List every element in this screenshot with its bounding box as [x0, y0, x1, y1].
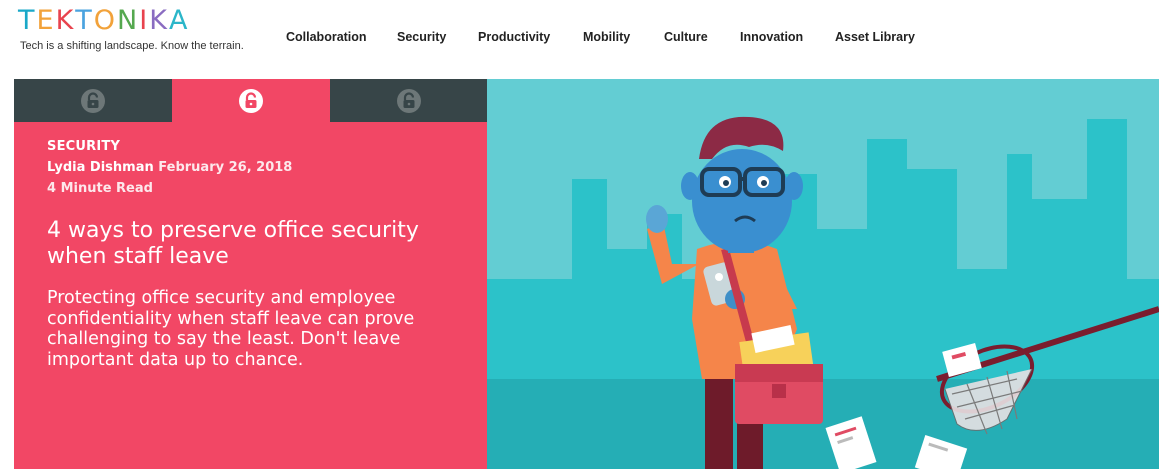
lock-icon	[239, 89, 263, 113]
hero-illustration[interactable]	[487, 79, 1159, 469]
carousel-tab-1[interactable]	[14, 79, 172, 122]
nav-item-mobility[interactable]: Mobility	[583, 30, 630, 44]
carousel-tabs	[14, 79, 488, 123]
logo-letter: O	[93, 5, 118, 36]
article-title[interactable]: 4 ways to preserve office security when …	[47, 218, 457, 270]
article-read-time: 4 Minute Read	[47, 181, 153, 196]
logo-wordmark: T E K T O N I K A	[18, 6, 244, 36]
logo-letter: K	[55, 5, 76, 36]
nav-item-culture[interactable]: Culture	[664, 30, 708, 44]
logo-letter: N	[117, 5, 140, 36]
nav-item-collaboration[interactable]: Collaboration	[286, 30, 367, 44]
article-description: Protecting office security and employee …	[47, 288, 415, 370]
logo-letter: T	[18, 5, 37, 36]
logo-letter: T	[75, 5, 94, 36]
nav-item-innovation[interactable]: Innovation	[740, 30, 803, 44]
carousel-tab-2[interactable]	[172, 79, 330, 123]
article-category[interactable]: SECURITY	[47, 139, 457, 154]
logo-letter: E	[36, 5, 56, 36]
nav-item-productivity[interactable]: Productivity	[478, 30, 550, 44]
nav-item-asset-library[interactable]: Asset Library	[835, 30, 915, 44]
logo-letter: K	[149, 5, 169, 36]
lock-icon	[81, 88, 105, 113]
article-content: SECURITY Lydia Dishman February 26, 2018…	[47, 139, 457, 370]
carousel-tab-3[interactable]	[330, 79, 488, 122]
site-tagline: Tech is a shifting landscape. Know the t…	[20, 40, 244, 52]
logo-letter: I	[139, 5, 150, 36]
logo-letter: A	[168, 5, 190, 36]
site-logo[interactable]: T E K T O N I K A Tech is a shifting lan…	[18, 6, 244, 53]
article-panel: SECURITY Lydia Dishman February 26, 2018…	[14, 79, 488, 469]
article-author[interactable]: Lydia Dishman	[47, 160, 154, 175]
article-date: February 26, 2018	[158, 160, 293, 175]
man-with-briefcase-illustration	[487, 79, 1159, 469]
lock-icon	[397, 88, 421, 113]
article-byline: Lydia Dishman February 26, 2018	[47, 160, 457, 175]
nav-item-security[interactable]: Security	[397, 30, 446, 44]
